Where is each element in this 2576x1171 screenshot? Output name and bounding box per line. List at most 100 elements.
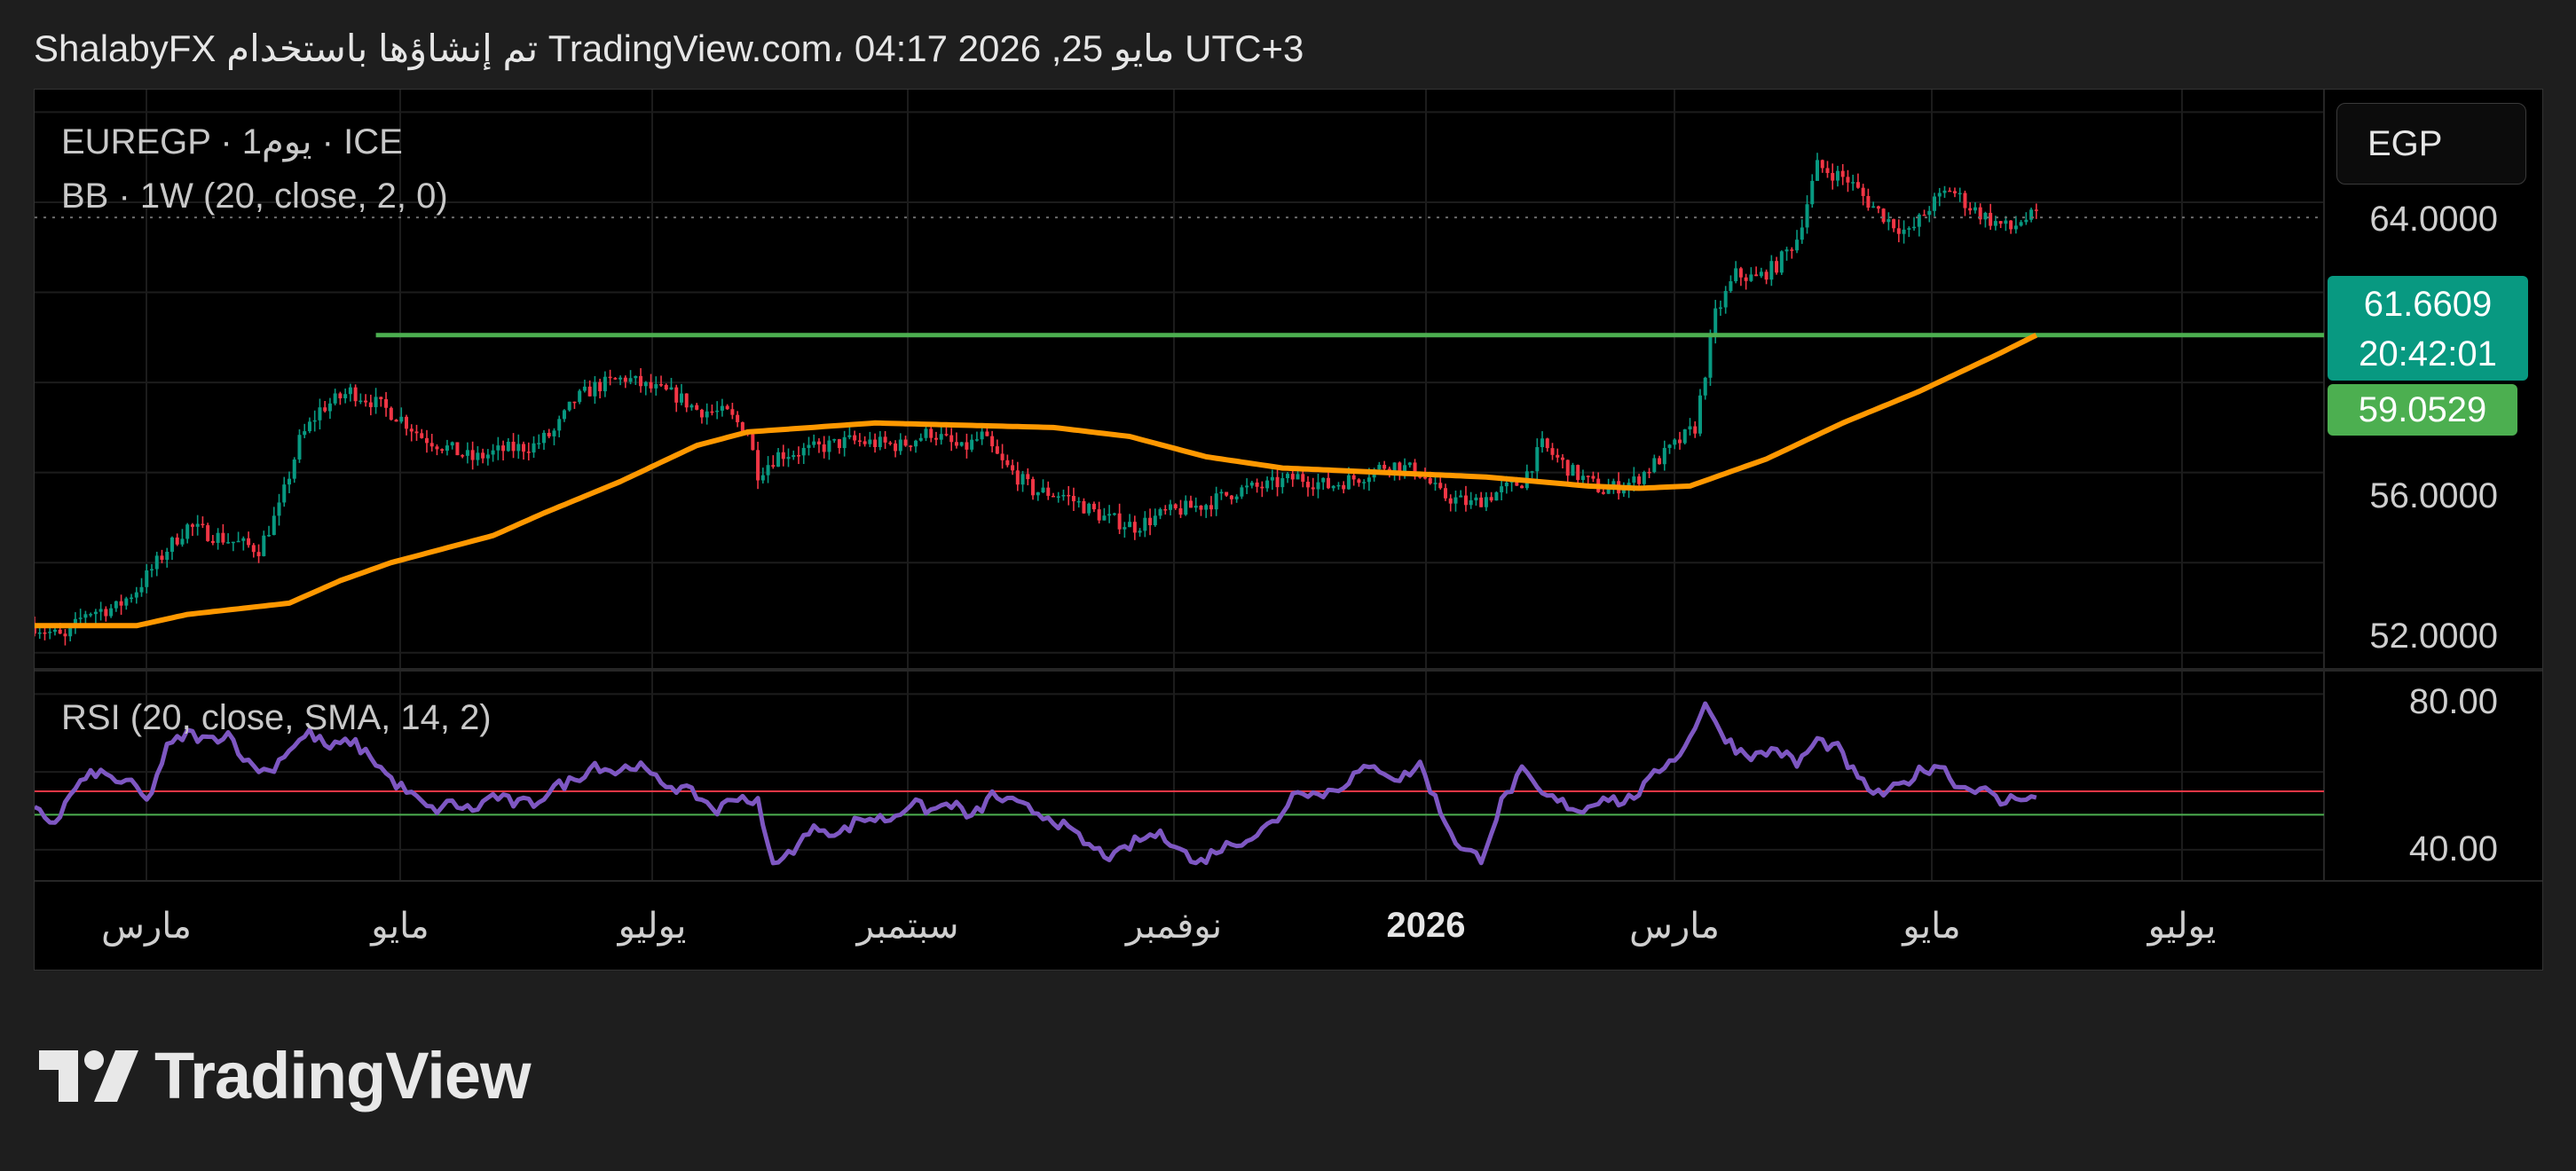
x-tick-label: مارس <box>101 907 192 946</box>
candle-body <box>1688 426 1692 429</box>
candle-body <box>995 446 999 454</box>
candle-body <box>83 614 88 618</box>
candle-body <box>751 434 755 451</box>
candle-body <box>1296 474 1300 480</box>
candle-body <box>1423 476 1428 479</box>
candle-body <box>185 524 190 539</box>
candle-body <box>1260 486 1264 489</box>
candle-body <box>277 502 281 516</box>
candle-body <box>781 452 785 460</box>
candle-body <box>511 441 516 452</box>
candle-body <box>792 455 796 458</box>
candle-body <box>1779 251 1784 273</box>
candle-body <box>109 608 114 617</box>
candle-body <box>150 569 154 571</box>
candle-body <box>1011 465 1015 471</box>
candle-body <box>1703 377 1707 396</box>
candle-body <box>1286 474 1290 479</box>
candle-body <box>1922 214 1926 216</box>
candle-body <box>985 431 989 436</box>
candle-body <box>1097 509 1101 521</box>
candle-body <box>358 400 363 403</box>
candle-body <box>618 377 623 380</box>
candle-body <box>725 405 729 410</box>
candle-body <box>888 442 893 444</box>
candle-body <box>1362 482 1367 483</box>
candle-body <box>654 384 658 389</box>
currency-button[interactable]: EGP <box>2336 103 2526 185</box>
candle-body <box>1500 486 1504 492</box>
candle-body <box>1087 503 1091 514</box>
legend-rsi[interactable]: RSI (20, close, SMA, 14, 2) <box>61 698 492 738</box>
legend-bb[interactable]: BB · 1W (20, close, 2, 0) <box>61 177 448 216</box>
candle-body <box>649 381 653 389</box>
candle-body <box>1652 458 1657 473</box>
candle-body <box>934 437 938 440</box>
candle-body <box>206 525 210 541</box>
candle-body <box>1138 530 1142 533</box>
candle-body <box>52 629 57 633</box>
candle-body <box>1169 504 1173 510</box>
candle-body <box>1952 191 1957 193</box>
candle-body <box>160 555 164 561</box>
candle-body <box>771 465 776 468</box>
candle-body <box>664 384 668 390</box>
candle-body <box>1036 492 1040 496</box>
candle-body <box>282 484 287 503</box>
candle-body <box>730 409 735 415</box>
candle-body <box>165 551 169 561</box>
candle-body <box>1219 491 1224 494</box>
tradingview-logo[interactable]: TradingView <box>39 1038 532 1113</box>
candle-body <box>506 441 510 452</box>
candle-body <box>2004 220 2008 224</box>
candle-body <box>929 428 934 438</box>
candle-body <box>699 409 704 418</box>
candle-body <box>816 441 821 444</box>
legend-symbol[interactable]: EUREGP · 1يوم · ICE <box>61 122 403 162</box>
y-tick-label: 52.0000 <box>2369 617 2498 656</box>
candle-body <box>1265 480 1270 489</box>
candle-body <box>1188 500 1193 508</box>
candle-body <box>1896 228 1901 234</box>
candle-body <box>1942 190 1947 193</box>
candle-body <box>465 450 469 456</box>
candle-body <box>1535 447 1540 472</box>
candle-body <box>1795 240 1800 251</box>
candle-body <box>104 609 108 617</box>
candle-body <box>63 633 67 637</box>
candle-body <box>1132 522 1137 533</box>
candle-body <box>1494 491 1499 501</box>
candle-body <box>1270 476 1274 481</box>
candle-body <box>450 442 454 446</box>
candle-body <box>1784 249 1789 252</box>
candle-body <box>1933 196 1937 211</box>
candle-body <box>440 449 445 452</box>
candle-body <box>226 542 231 544</box>
candle-body <box>1240 487 1244 497</box>
candle-body <box>853 435 857 441</box>
candle-body <box>1107 514 1112 516</box>
candle-body <box>822 444 826 452</box>
candle-body <box>496 445 500 451</box>
candle-body <box>1764 271 1769 280</box>
candle-body <box>491 450 495 455</box>
candle-body <box>1484 497 1488 507</box>
candle-body <box>1280 478 1285 488</box>
candle-body <box>669 387 674 390</box>
candle-body <box>1917 214 1921 227</box>
tradingview-logo-icon <box>39 1049 138 1102</box>
candle-body <box>954 442 958 446</box>
candle-body <box>807 444 811 448</box>
candle-body <box>1846 177 1850 183</box>
candle-body <box>1861 187 1865 196</box>
candle-body <box>1306 482 1310 488</box>
candle-body <box>812 441 816 445</box>
x-tick-label: مارس <box>1629 907 1720 946</box>
pane-separator[interactable] <box>35 668 2542 672</box>
candle-body <box>1876 206 1880 209</box>
candle-body <box>1367 477 1371 483</box>
candle-body <box>710 411 714 413</box>
candle-body <box>720 405 724 411</box>
candle-body <box>547 432 551 436</box>
chart-svg[interactable] <box>35 90 2542 970</box>
